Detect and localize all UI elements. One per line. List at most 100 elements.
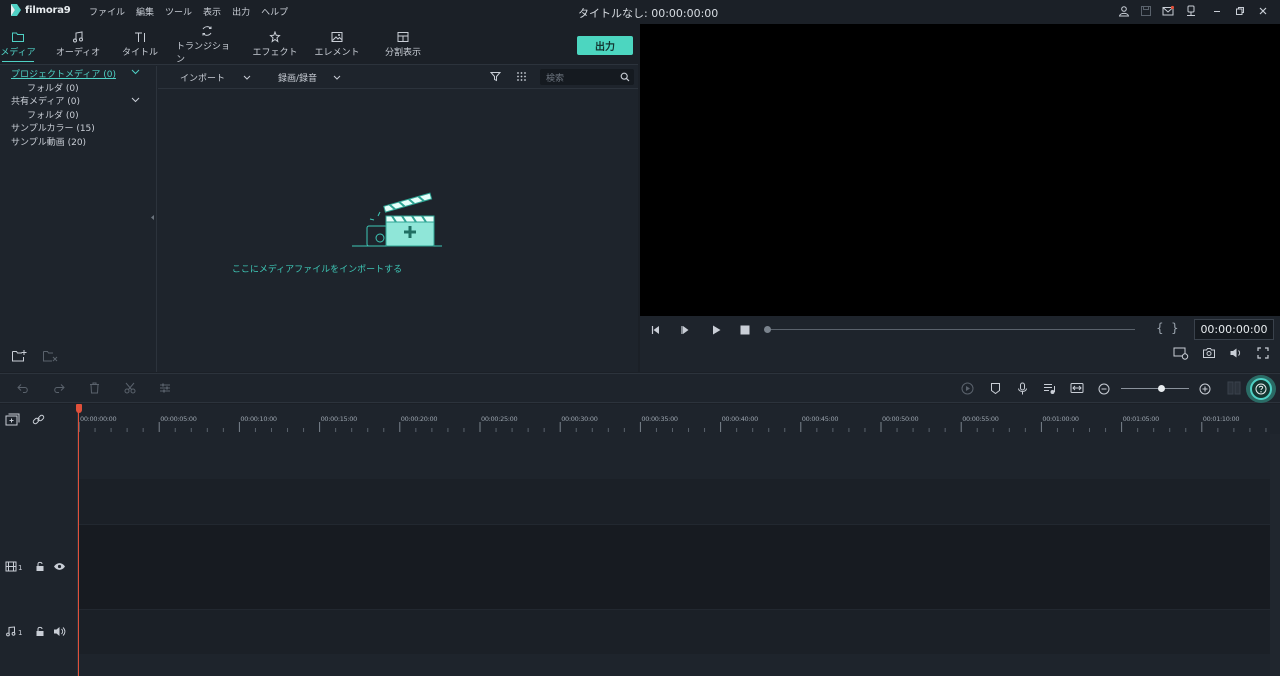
panel-layout-icon[interactable] [1227, 381, 1241, 395]
chevron-down-icon[interactable] [243, 75, 251, 80]
delete-folder-icon[interactable] [42, 349, 58, 363]
new-folder-icon[interactable] [11, 349, 27, 363]
fit-timeline-icon[interactable] [1070, 382, 1084, 394]
ruler-label: 00:00:05:00 [160, 415, 197, 423]
filter-icon[interactable] [490, 71, 501, 82]
export-button[interactable]: 出力 [577, 36, 633, 55]
tab-split-screen[interactable]: 分割表示 [376, 24, 430, 65]
chevron-down-icon[interactable] [333, 75, 341, 80]
next-frame-icon[interactable] [680, 324, 692, 336]
import-media-illustration-icon[interactable] [350, 192, 444, 250]
microphone-icon[interactable] [1017, 382, 1028, 396]
video-track-lane[interactable] [78, 524, 1280, 609]
audio-track-icon [6, 626, 16, 637]
tab-audio-label: オーディオ [55, 48, 101, 58]
mark-in-icon[interactable]: { [1156, 321, 1164, 335]
play-icon[interactable] [710, 324, 722, 336]
menu-edit[interactable]: 編集 [136, 5, 154, 18]
tab-transition[interactable]: トランジション [176, 24, 238, 65]
effect-icon [269, 31, 281, 43]
timeline-scrollbar[interactable] [1270, 434, 1280, 676]
timeline-empty-lane[interactable] [78, 479, 1280, 524]
tab-media[interactable]: メディア [0, 24, 36, 65]
fullscreen-icon[interactable] [1257, 347, 1269, 359]
ruler-label: 00:00:40:00 [721, 415, 759, 423]
account-icon[interactable] [1117, 4, 1131, 18]
tab-element[interactable]: エレメント [312, 24, 362, 65]
restore-icon[interactable] [1233, 4, 1247, 18]
tab-element-label: エレメント [314, 48, 360, 58]
tree-item-shared-folder[interactable]: フォルダ (0) [27, 108, 79, 121]
marker-icon[interactable] [990, 382, 1001, 395]
timeline-empty-lane[interactable] [78, 654, 1280, 676]
delete-icon[interactable] [89, 382, 100, 394]
menu-export[interactable]: 出力 [232, 5, 250, 18]
chevron-down-icon[interactable] [131, 97, 140, 103]
tree-item-shared-media[interactable]: 共有メディア (0) [11, 94, 80, 107]
previous-frame-icon[interactable] [650, 324, 662, 336]
chevron-down-icon[interactable] [131, 69, 140, 75]
timeline-ruler[interactable]: 00:00:00:00 00:00:05:00 00:00:10:00 00:00:1… [78, 404, 1280, 434]
eye-icon[interactable] [53, 562, 66, 571]
menu-tools[interactable]: ツール [165, 5, 192, 18]
audio-track-lane[interactable] [78, 609, 1280, 654]
search-input[interactable]: 検索 [540, 69, 634, 85]
zoom-in-icon[interactable] [1199, 383, 1211, 395]
mail-icon[interactable] [1161, 4, 1175, 18]
save-icon[interactable] [1139, 4, 1153, 18]
download-icon[interactable] [1184, 4, 1198, 18]
zoom-out-icon[interactable] [1098, 383, 1110, 395]
playhead[interactable] [78, 404, 79, 676]
tree-item-project-folder[interactable]: フォルダ (0) [27, 81, 79, 94]
ruler-label: 00:00:15:00 [320, 415, 358, 423]
menu-file[interactable]: ファイル [89, 5, 125, 18]
speaker-icon[interactable] [53, 626, 66, 637]
tab-title-label: タイトル [121, 48, 158, 58]
undo-icon[interactable] [17, 383, 30, 394]
minimize-icon[interactable] [1210, 4, 1224, 18]
cut-icon[interactable] [124, 382, 136, 394]
preview-player[interactable] [640, 24, 1280, 316]
tree-item-sample-colors[interactable]: サンプルカラー (15) [11, 121, 95, 134]
zoom-slider[interactable] [1121, 388, 1189, 389]
menu-help[interactable]: ヘルプ [261, 5, 288, 18]
grid-view-icon[interactable] [516, 71, 527, 82]
collapse-panel-icon[interactable] [150, 214, 155, 221]
progress-track[interactable] [768, 329, 1135, 330]
render-preview-icon[interactable] [1173, 347, 1189, 360]
progress-handle[interactable] [764, 326, 771, 333]
snapshot-icon[interactable] [1202, 347, 1216, 359]
adjust-icon[interactable] [159, 382, 171, 394]
stop-icon[interactable] [739, 324, 751, 336]
lock-icon[interactable] [35, 561, 45, 572]
menu-bar: ファイル 編集 ツール 表示 出力 ヘルプ [89, 5, 288, 18]
tab-effect[interactable]: エフェクト [250, 24, 300, 65]
playhead-handle[interactable] [76, 404, 82, 413]
render-icon[interactable] [961, 382, 974, 395]
lock-icon[interactable] [35, 626, 45, 637]
tab-title[interactable]: タイトル [118, 24, 162, 65]
search-icon[interactable] [620, 72, 630, 82]
help-button[interactable] [1246, 375, 1276, 403]
record-dropdown-label[interactable]: 録画/録音 [278, 71, 317, 84]
import-hint-text[interactable]: ここにメディアファイルをインポートする [158, 262, 476, 275]
link-icon[interactable] [32, 413, 45, 426]
help-icon [1255, 383, 1267, 395]
timeline-empty-lane[interactable] [78, 434, 1280, 479]
menu-view[interactable]: 表示 [203, 5, 221, 18]
tree-item-project-media[interactable]: プロジェクトメディア (0) [11, 67, 116, 80]
tab-audio[interactable]: オーディオ [52, 24, 104, 65]
ruler-label: 00:00:35:00 [641, 415, 678, 423]
ruler-label: 00:01:00:00 [1042, 415, 1079, 423]
ruler-label: 00:00:25:00 [481, 415, 518, 423]
app-logo-text: filmora9 [25, 4, 71, 16]
mark-out-icon[interactable]: } [1171, 321, 1179, 335]
zoom-slider-handle[interactable] [1158, 385, 1165, 392]
voiceover-list-icon[interactable] [1043, 382, 1056, 395]
add-track-icon[interactable] [5, 413, 20, 426]
tree-item-sample-videos[interactable]: サンプル動画 (20) [11, 135, 86, 148]
redo-icon[interactable] [52, 383, 65, 394]
close-icon[interactable] [1256, 4, 1270, 18]
import-dropdown-label[interactable]: インポート [180, 71, 225, 84]
volume-icon[interactable] [1229, 347, 1243, 359]
